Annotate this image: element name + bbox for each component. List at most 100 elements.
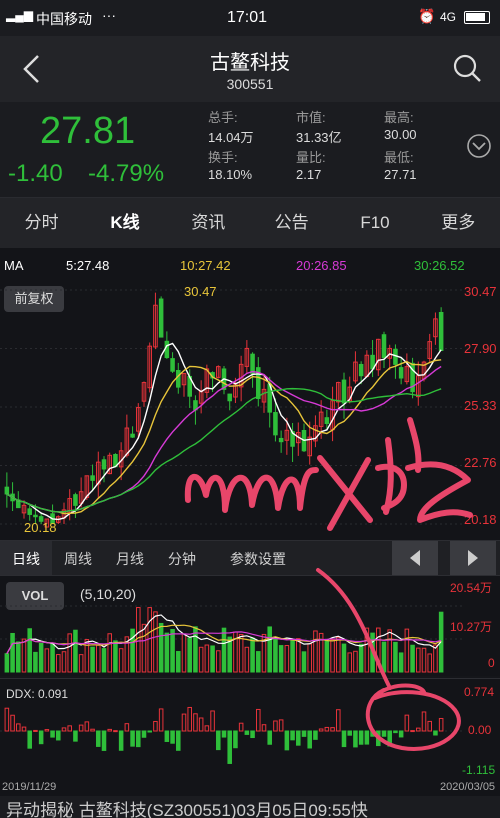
ddx-bar [387,730,392,747]
ddx-bar [198,717,204,732]
volume-bar [330,639,335,673]
news-headline[interactable]: 异动揭秘 古鳌科技(SZ300551)03月05日09:55快 [6,796,368,818]
candle-body [164,340,170,359]
volume-bar [433,644,438,673]
ddx-bar [158,708,164,732]
volume-bar [341,643,347,673]
tab-more[interactable]: 更多 [417,198,500,248]
stat-value-turnover: 18.10% [208,167,253,182]
volume-bar [158,622,164,673]
prev-arrow-icon[interactable] [392,541,438,575]
tab-kline[interactable]: K线 [83,198,166,248]
ddx-bar [376,730,381,747]
tab-announcements[interactable]: 公告 [250,198,333,248]
stock-name: 古鳌科技 [210,52,290,74]
volume-bar [347,652,352,673]
ddx-bar [324,726,330,732]
candle-body [4,486,10,495]
ddx-bar [341,730,347,748]
candle-body [90,475,95,481]
volume-bar [296,638,301,673]
ddx-bar [290,730,295,741]
ddx-bar [124,723,130,732]
ddx-bar [96,730,101,747]
ddx-bar [73,730,78,742]
ddx-bar [78,724,84,732]
ddx-bar [330,727,335,732]
candle-body [324,417,330,424]
alarm-icon: ⏰ [418,8,436,24]
stock-code: 300551 [226,76,274,92]
volume-bar [130,628,135,673]
vol-axis-zero: 0 [488,656,495,670]
volume-bar [50,643,55,673]
ma30-value: 30:26.52 [414,258,465,273]
ddx-bar [416,727,421,732]
ddx-bar [267,730,272,745]
max-price-label: 30.47 [184,284,217,299]
volume-bar [78,654,84,673]
volume-panel[interactable]: VOL (5,10,20) 20.54万 10.27万 0 [0,576,500,676]
ddx-bar [353,730,358,748]
volume-bar [336,636,341,673]
period-monthly[interactable]: 月线 [104,541,156,575]
ddx-bar [261,724,267,732]
ddx-bar [27,730,32,749]
ddx-bar [273,720,278,732]
chevron-down-circle-icon[interactable] [466,133,492,159]
volume-bar [221,627,227,673]
ddx-bar [393,730,398,734]
tab-f10[interactable]: F10 [333,198,416,248]
ddx-bar [141,730,147,738]
ddx-bar [410,730,415,733]
tab-news[interactable]: 资讯 [167,198,250,248]
ddx-bar [370,730,375,737]
price-axis-1: 30.47 [464,284,497,299]
price-axis-4: 22.76 [464,455,497,470]
volume-bar [358,643,364,673]
volume-bar [370,632,375,673]
period-daily[interactable]: 日线 [0,541,52,575]
ddx-bar [61,727,67,732]
carrier-label: 中国移动 [36,11,92,27]
period-weekly[interactable]: 周线 [52,541,104,575]
vol-axis-mid: 10.27万 [450,620,493,634]
period-minute[interactable]: 分钟 [156,541,208,575]
tab-timeshare[interactable]: 分时 [0,198,83,248]
kline-chart[interactable]: MA 5:27.48 10:27.42 20:26.85 30:26.52 前复… [0,248,500,540]
ddx-axis-zero: 0.00 [468,723,492,737]
more-dots: ··· [102,7,116,23]
ddx-bar [67,725,72,732]
ddx-bar [16,723,21,732]
search-icon[interactable] [452,53,482,83]
volume-bar [301,651,307,673]
stat-label-volume: 总手: [208,110,238,125]
volume-bar [421,647,427,673]
ddx-bar [38,730,44,745]
volume-bar [404,628,410,673]
stock-header: 古鳌科技 300551 [0,36,500,102]
news-ticker[interactable]: 异动揭秘 古鳌科技(SZ300551)03月05日09:55快 [0,796,500,818]
volume-bar [73,629,78,673]
price-axis-3: 25.33 [464,398,497,413]
next-arrow-icon[interactable] [450,541,496,575]
period-settings[interactable]: 参数设置 [208,541,308,575]
battery-icon [464,11,490,24]
ma20-line [6,365,442,513]
volume-bar [27,628,32,673]
volume-bar [376,627,381,673]
candle-body [273,412,278,436]
clock: 17:01 [227,9,268,26]
candle-body [227,393,232,402]
stat-value-mktcap: 31.33亿 [296,130,342,145]
volume-bar [381,641,387,673]
volume-bar [307,643,312,673]
volume-bar [284,645,290,673]
volume-bar [238,633,244,673]
ddx-panel[interactable]: DDX: 0.091 0.774 0.00 -1.115 [0,678,500,778]
volume-bar [181,633,187,673]
ma5-value: 5:27.48 [66,258,110,273]
stat-value-high: 30.00 [384,127,417,142]
volume-bar [204,644,210,673]
volume-bar [113,640,118,673]
